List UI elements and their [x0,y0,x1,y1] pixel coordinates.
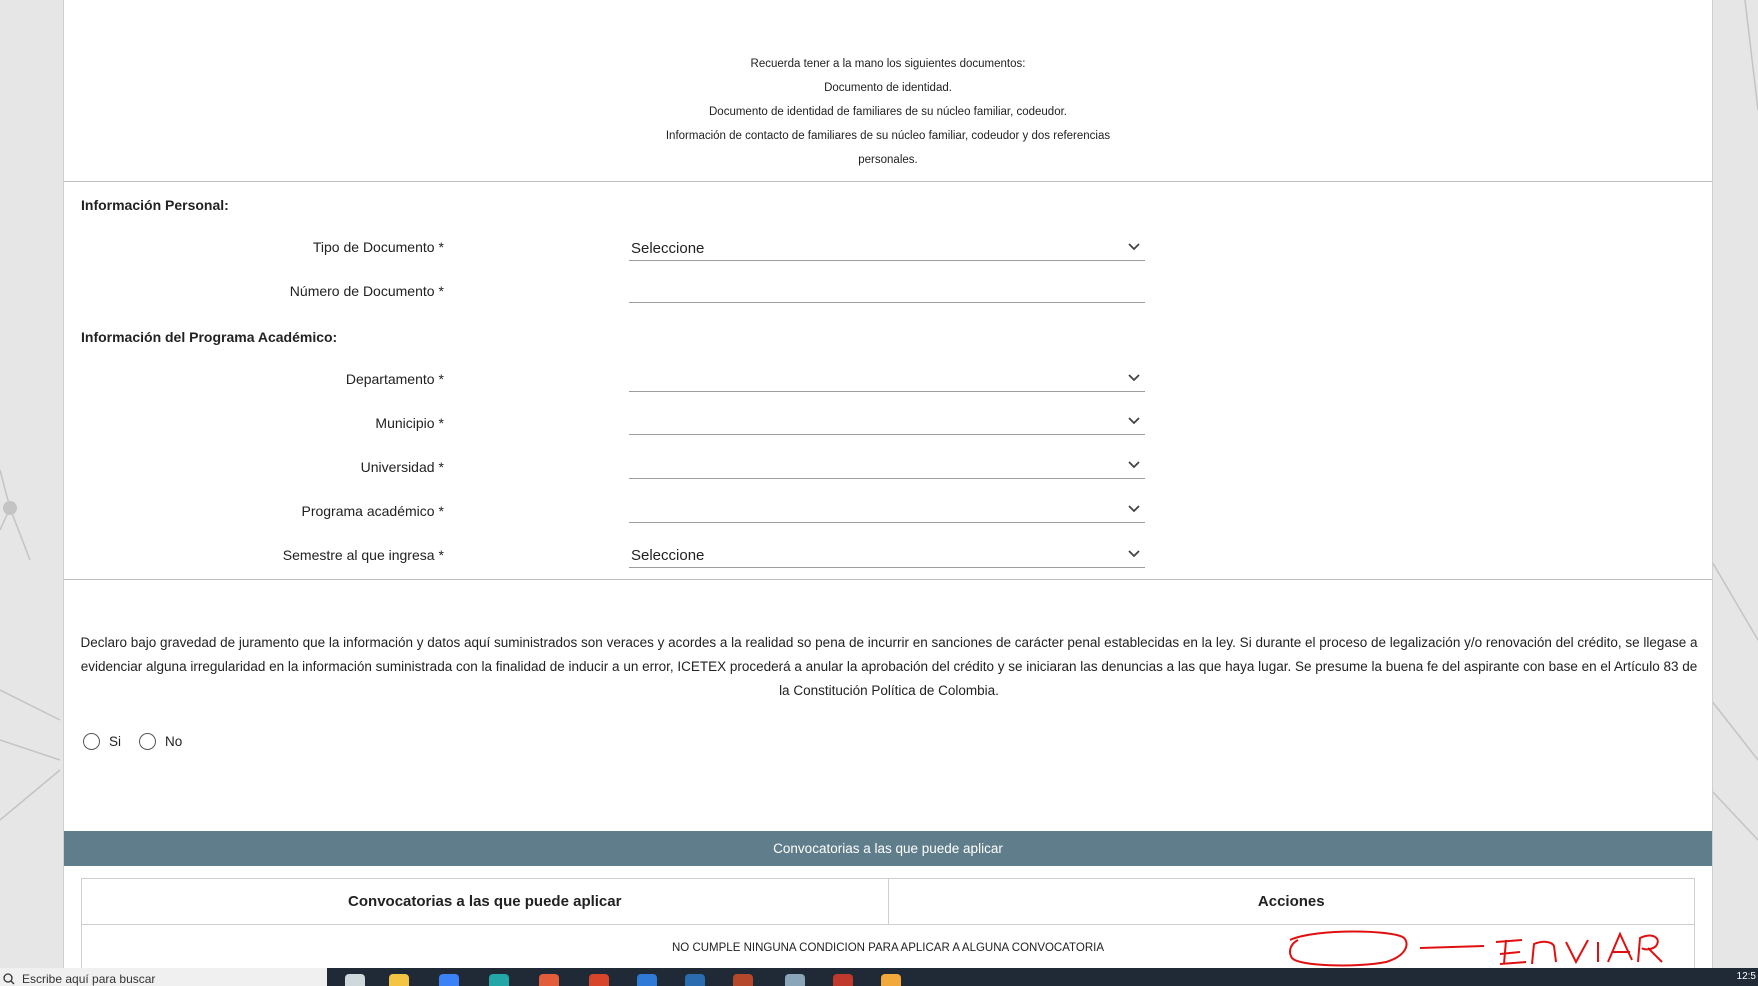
word-icon[interactable] [685,974,705,986]
academic-info-title: Información del Programa Académico: [81,329,338,345]
radio-no[interactable]: No [139,732,183,750]
windows-taskbar: Escribe aquí para buscar 12:5 [0,968,1758,986]
semestre-select[interactable]: Seleccione [629,537,1145,568]
radio-no-label: No [165,733,183,749]
semestre-label: Semestre al que ingresa * [282,547,444,563]
taskbar-apps: 12:5 [327,968,1758,986]
vscode-icon[interactable] [637,974,657,986]
form-panel: Recuerda tener a la mano los siguientes … [63,0,1713,968]
table-header: Convocatorias a las que puede aplicar Ac… [82,879,1694,925]
chevron-down-icon [1128,505,1140,513]
app-icon[interactable] [733,974,753,986]
municipio-select[interactable] [629,404,1145,435]
chevron-down-icon [1128,243,1140,251]
radio-circle[interactable] [139,732,157,750]
declaration-text: Declaro bajo gravedad de juramento que l… [80,635,1698,698]
taskbar-clock[interactable]: 12:5 [1737,971,1756,982]
section-divider [64,181,1712,182]
departamento-select[interactable] [629,361,1145,392]
taskbar-search-input[interactable]: Escribe aquí para buscar [22,972,155,986]
chrome-icon[interactable] [539,974,559,986]
handwritten-annotation [1289,930,1663,967]
notice-line: personales. [858,154,918,166]
radio-circle[interactable] [83,732,100,750]
numero-documento-label: Número de Documento * [289,283,444,299]
departamento-label: Departamento * [345,371,444,387]
chevron-down-icon [1128,374,1140,382]
chevron-down-icon [1128,417,1140,425]
radio-si[interactable]: Si [83,732,122,750]
notice-line: Información de contacto de familiares de… [665,130,1111,142]
app-icon[interactable] [881,974,901,986]
universidad-label: Universidad * [360,459,444,475]
chevron-down-icon [1128,550,1140,558]
task-view-icon[interactable] [345,974,365,986]
notice-line: Recuerda tener a la mano los siguientes … [750,58,1026,70]
notice-line: Documento de identidad. [824,82,952,94]
personal-info-title: Información Personal: [81,197,229,213]
programa-label: Programa académico * [301,503,444,519]
tipo-documento-select[interactable]: Seleccione [629,230,1145,261]
municipio-label: Municipio * [375,415,444,431]
radio-si-label: Si [109,733,122,749]
universidad-select[interactable] [629,448,1145,479]
programa-select[interactable] [629,492,1145,523]
search-icon[interactable] [3,973,15,985]
column-header-convocatorias: Convocatorias a las que puede aplicar [82,879,889,924]
edge-icon[interactable] [489,974,509,986]
office-icon[interactable] [589,974,609,986]
convocatorias-header-band: Convocatorias a las que puede aplicar [64,831,1712,866]
app-icon-active[interactable] [833,974,853,986]
chevron-down-icon [1128,461,1140,469]
tipo-documento-value: Seleccione [631,240,705,257]
column-header-acciones: Acciones [1257,893,1325,910]
declaration-radio-group: Si No [83,730,200,752]
documents-notice: Recuerda tener a la mano los siguientes … [64,52,1712,172]
file-explorer-icon[interactable] [389,974,409,986]
numero-documento-input[interactable] [629,272,1145,303]
semestre-value: Seleccione [631,547,705,564]
section-divider [64,579,1712,580]
calculator-icon[interactable] [785,974,805,986]
app-icon[interactable] [439,974,459,986]
notice-line: Documento de identidad de familiares de … [709,106,1067,118]
tipo-documento-label: Tipo de Documento * [312,239,444,255]
